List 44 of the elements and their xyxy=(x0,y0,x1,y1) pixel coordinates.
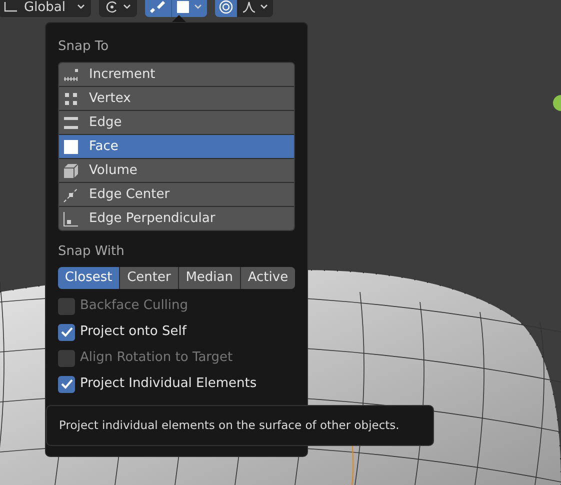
caret-icon xyxy=(260,4,268,10)
proportional-editing-toggle[interactable] xyxy=(215,0,237,17)
face-snap-icon xyxy=(63,138,79,154)
option-label: Project Individual Elements xyxy=(80,375,257,394)
vertex-snap-icon xyxy=(63,90,79,106)
caret-icon xyxy=(194,4,202,10)
caret-icon xyxy=(123,4,131,10)
falloff-curve-icon xyxy=(242,1,256,13)
snap-target-dropdown[interactable] xyxy=(171,0,207,17)
target-icon xyxy=(219,0,233,14)
snap-target-item[interactable]: Increment xyxy=(59,63,294,86)
face-icon xyxy=(177,1,189,13)
snap-target-item[interactable]: Edge Perpendicular xyxy=(59,207,294,230)
edge-snap-icon xyxy=(63,114,79,130)
edge-perpendicular-snap-icon xyxy=(63,210,79,226)
option-label: Align Rotation to Target xyxy=(80,349,233,368)
option-label: Backface Culling xyxy=(80,297,188,316)
axes-icon xyxy=(4,2,18,12)
caret-icon xyxy=(77,4,85,10)
checkbox[interactable] xyxy=(58,324,75,340)
option-label: Project onto Self xyxy=(80,323,186,342)
edge-center-snap-icon xyxy=(63,186,79,202)
pivot-dropdown[interactable] xyxy=(99,0,137,17)
increment-snap-icon xyxy=(63,66,79,82)
snap-with-option[interactable]: Closest xyxy=(58,267,120,289)
snap-toggle[interactable] xyxy=(145,0,171,17)
section-heading: Snap To xyxy=(58,38,110,56)
checkbox[interactable] xyxy=(58,376,75,392)
snap-target-item[interactable]: Face xyxy=(59,135,294,158)
snap-with-option[interactable]: Median xyxy=(178,267,240,289)
checkmark-icon xyxy=(60,379,72,389)
tooltip: Project individual elements on the surface of other objects. xyxy=(46,405,434,446)
snap-target-item[interactable]: Edge xyxy=(59,111,294,134)
snap-target-item[interactable]: Vertex xyxy=(59,87,294,110)
orientation-dropdown[interactable]: Global xyxy=(0,0,91,17)
snap-with-option[interactable]: Active xyxy=(240,267,295,289)
volume-snap-icon xyxy=(63,162,79,178)
snap-with-option[interactable]: Center xyxy=(120,267,178,289)
snap-target-item[interactable]: Volume xyxy=(59,159,294,182)
snap-target-item[interactable]: Edge Center xyxy=(59,183,294,206)
section-heading: Snap With xyxy=(58,243,126,261)
falloff-dropdown[interactable] xyxy=(237,0,273,17)
pivot-icon xyxy=(105,1,119,13)
checkmark-icon xyxy=(60,327,72,337)
